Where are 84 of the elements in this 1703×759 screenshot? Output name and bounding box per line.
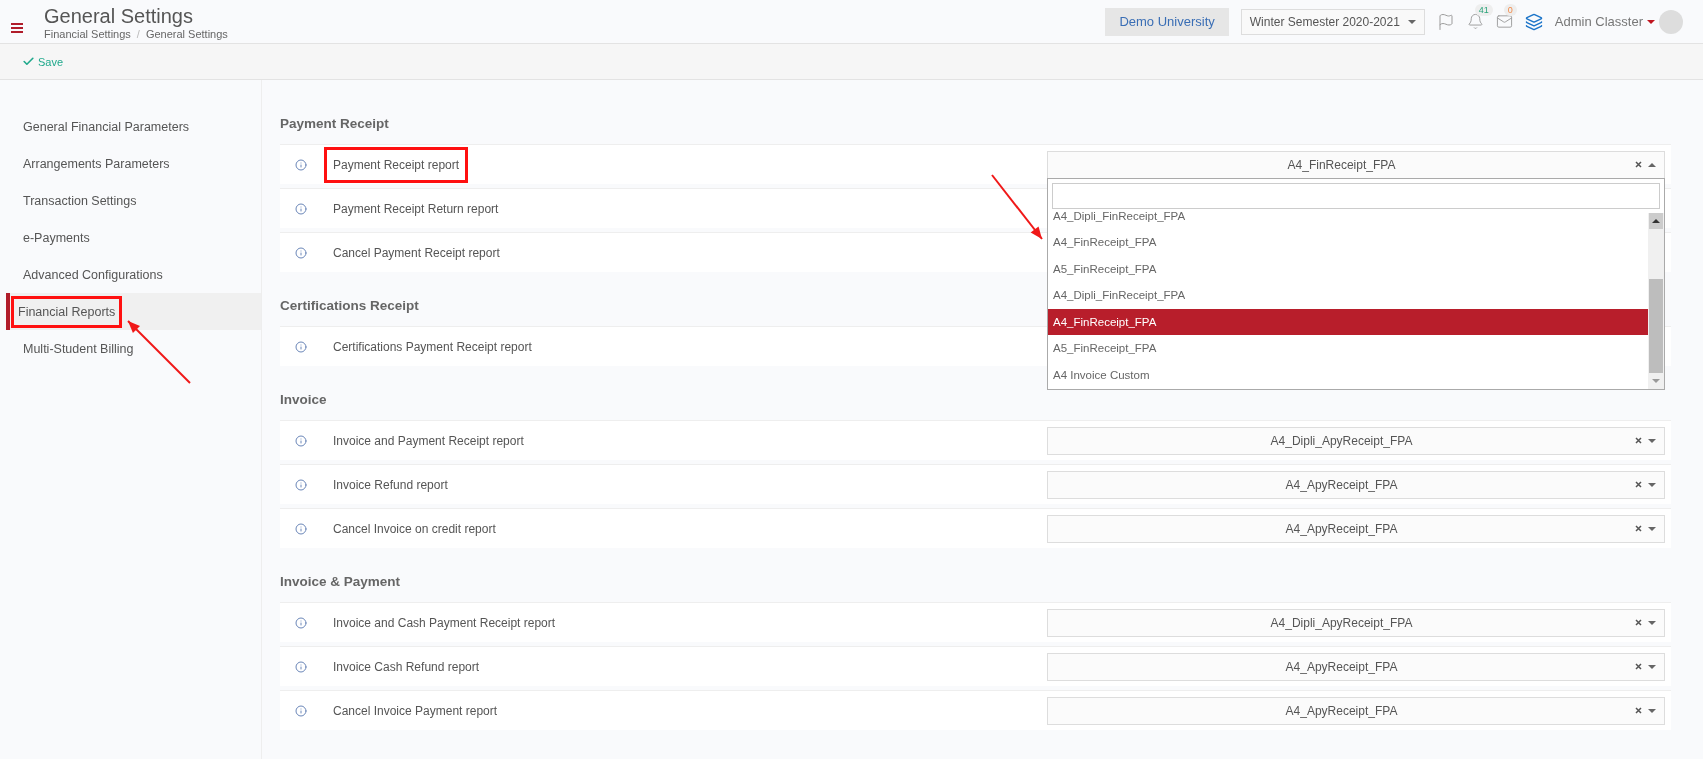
menu-icon[interactable] — [10, 21, 24, 34]
report-select[interactable]: A4_Dipli_ApyReceipt_FPA — [1047, 608, 1665, 637]
report-select[interactable]: A4_ApyReceipt_FPA — [1047, 470, 1665, 499]
caret-icon — [1647, 19, 1655, 24]
clear-icon[interactable] — [1635, 619, 1642, 626]
sidebar-item[interactable]: e-Payments — [6, 219, 261, 256]
sidebar-label: Multi-Student Billing — [22, 340, 135, 358]
mail-icon[interactable] — [1495, 13, 1513, 30]
info-icon[interactable] — [295, 660, 307, 673]
info-icon[interactable] — [295, 616, 307, 629]
institution-button[interactable]: Demo University — [1105, 7, 1229, 36]
dropdown-option[interactable]: A4_FinReceipt_FPA — [1048, 308, 1648, 335]
caret-icon — [1648, 664, 1656, 669]
sidebar-item[interactable]: Advanced Configurations — [6, 256, 261, 293]
row-label: Certifications Payment Receipt report — [332, 338, 533, 356]
flag-icon[interactable] — [1436, 12, 1455, 31]
sidebar-label: Arrangements Parameters — [22, 155, 171, 173]
row-label: Cancel Invoice on credit report — [332, 520, 497, 538]
breadcrumb-link[interactable]: General Settings — [145, 27, 228, 40]
bell-icon[interactable] — [1466, 13, 1484, 30]
scrollbar[interactable] — [1648, 212, 1664, 389]
info-icon[interactable] — [295, 704, 307, 717]
clear-icon[interactable] — [1635, 707, 1642, 714]
row-label: Cancel Payment Receipt report — [332, 244, 501, 262]
clear-icon[interactable] — [1635, 481, 1642, 488]
sidebar-item[interactable]: Multi-Student Billing — [6, 330, 261, 367]
info-icon[interactable] — [295, 340, 307, 353]
sidebar-item[interactable]: Arrangements Parameters — [6, 145, 261, 182]
dropdown-option[interactable]: A4_FinReceipt_FPA — [1048, 229, 1648, 256]
caret-icon — [1648, 438, 1656, 443]
row-label: Cancel Invoice Payment report — [332, 702, 499, 720]
sidebar-label: General Financial Parameters — [22, 118, 191, 136]
breadcrumb-link[interactable]: Financial Settings — [44, 27, 131, 40]
sidebar-item[interactable]: General Financial Parameters — [6, 108, 261, 145]
dropdown-option[interactable]: A4 Invoice Custom — [1048, 361, 1648, 388]
clear-icon[interactable] — [1635, 161, 1642, 168]
clear-icon[interactable] — [1635, 525, 1642, 532]
caret-icon — [1648, 482, 1656, 487]
check-icon — [22, 55, 35, 68]
page-title: General Settings — [44, 3, 194, 28]
dropdown-option[interactable]: A5_FinReceipt_FPA — [1048, 335, 1648, 362]
notification-count: 41 — [1474, 4, 1493, 16]
sidebar-label: Advanced Configurations — [22, 266, 164, 284]
row-label: Invoice and Payment Receipt report — [332, 432, 525, 450]
report-select[interactable]: A4_Dipli_ApyReceipt_FPA — [1047, 426, 1665, 455]
section-title: Payment Receipt — [280, 115, 389, 131]
report-select[interactable]: A4_ApyReceipt_FPA — [1047, 696, 1665, 725]
dropdown-option[interactable]: A4_Dipli_FinReceipt_FPA — [1048, 202, 1648, 229]
sidebar-label: Transaction Settings — [22, 192, 138, 210]
clear-icon[interactable] — [1635, 437, 1642, 444]
row-label: Payment Receipt Return report — [332, 200, 500, 218]
row-label: Invoice Refund report — [332, 476, 449, 494]
user-name[interactable]: Admin Classter — [1554, 14, 1643, 29]
section-title: Certifications Receipt — [280, 297, 419, 313]
info-icon[interactable] — [295, 478, 307, 491]
report-select[interactable]: A4_ApyReceipt_FPA — [1047, 652, 1665, 681]
breadcrumb-separator: / — [136, 27, 140, 40]
section-title: Invoice & Payment — [280, 573, 401, 589]
caret-icon — [1648, 162, 1656, 167]
caret-icon — [1648, 620, 1656, 625]
caret-icon — [1648, 526, 1656, 531]
info-icon[interactable] — [295, 522, 307, 535]
info-icon[interactable] — [295, 158, 307, 171]
semester-select[interactable]: Winter Semester 2020-2021 — [1240, 8, 1425, 35]
dropdown-option[interactable]: A4_Dipli_FinReceipt_FPA — [1048, 282, 1648, 309]
sidebar-item[interactable]: Financial Reports — [6, 293, 261, 330]
avatar[interactable] — [1659, 9, 1683, 34]
sidebar-label: e-Payments — [22, 229, 91, 247]
search-field[interactable] — [1052, 182, 1660, 209]
dropdown-option[interactable]: A5_FinReceipt_FPA — [1048, 255, 1648, 282]
info-icon[interactable] — [295, 246, 307, 259]
report-select[interactable]: A4_ApyReceipt_FPA — [1047, 514, 1665, 543]
info-icon[interactable] — [295, 202, 307, 215]
section-title: Invoice — [280, 391, 327, 407]
message-count: 0 — [1503, 4, 1517, 16]
row-label: Invoice and Cash Payment Receipt report — [332, 614, 557, 632]
row-label: Invoice Cash Refund report — [332, 658, 481, 676]
sidebar-item[interactable]: Transaction Settings — [6, 182, 261, 219]
highlight-box: Payment Receipt report — [327, 149, 466, 180]
clear-icon[interactable] — [1635, 663, 1642, 670]
layers-icon[interactable] — [1524, 12, 1543, 31]
info-icon[interactable] — [295, 434, 307, 447]
highlight-box: Financial Reports — [14, 298, 120, 325]
caret-icon — [1648, 708, 1656, 713]
